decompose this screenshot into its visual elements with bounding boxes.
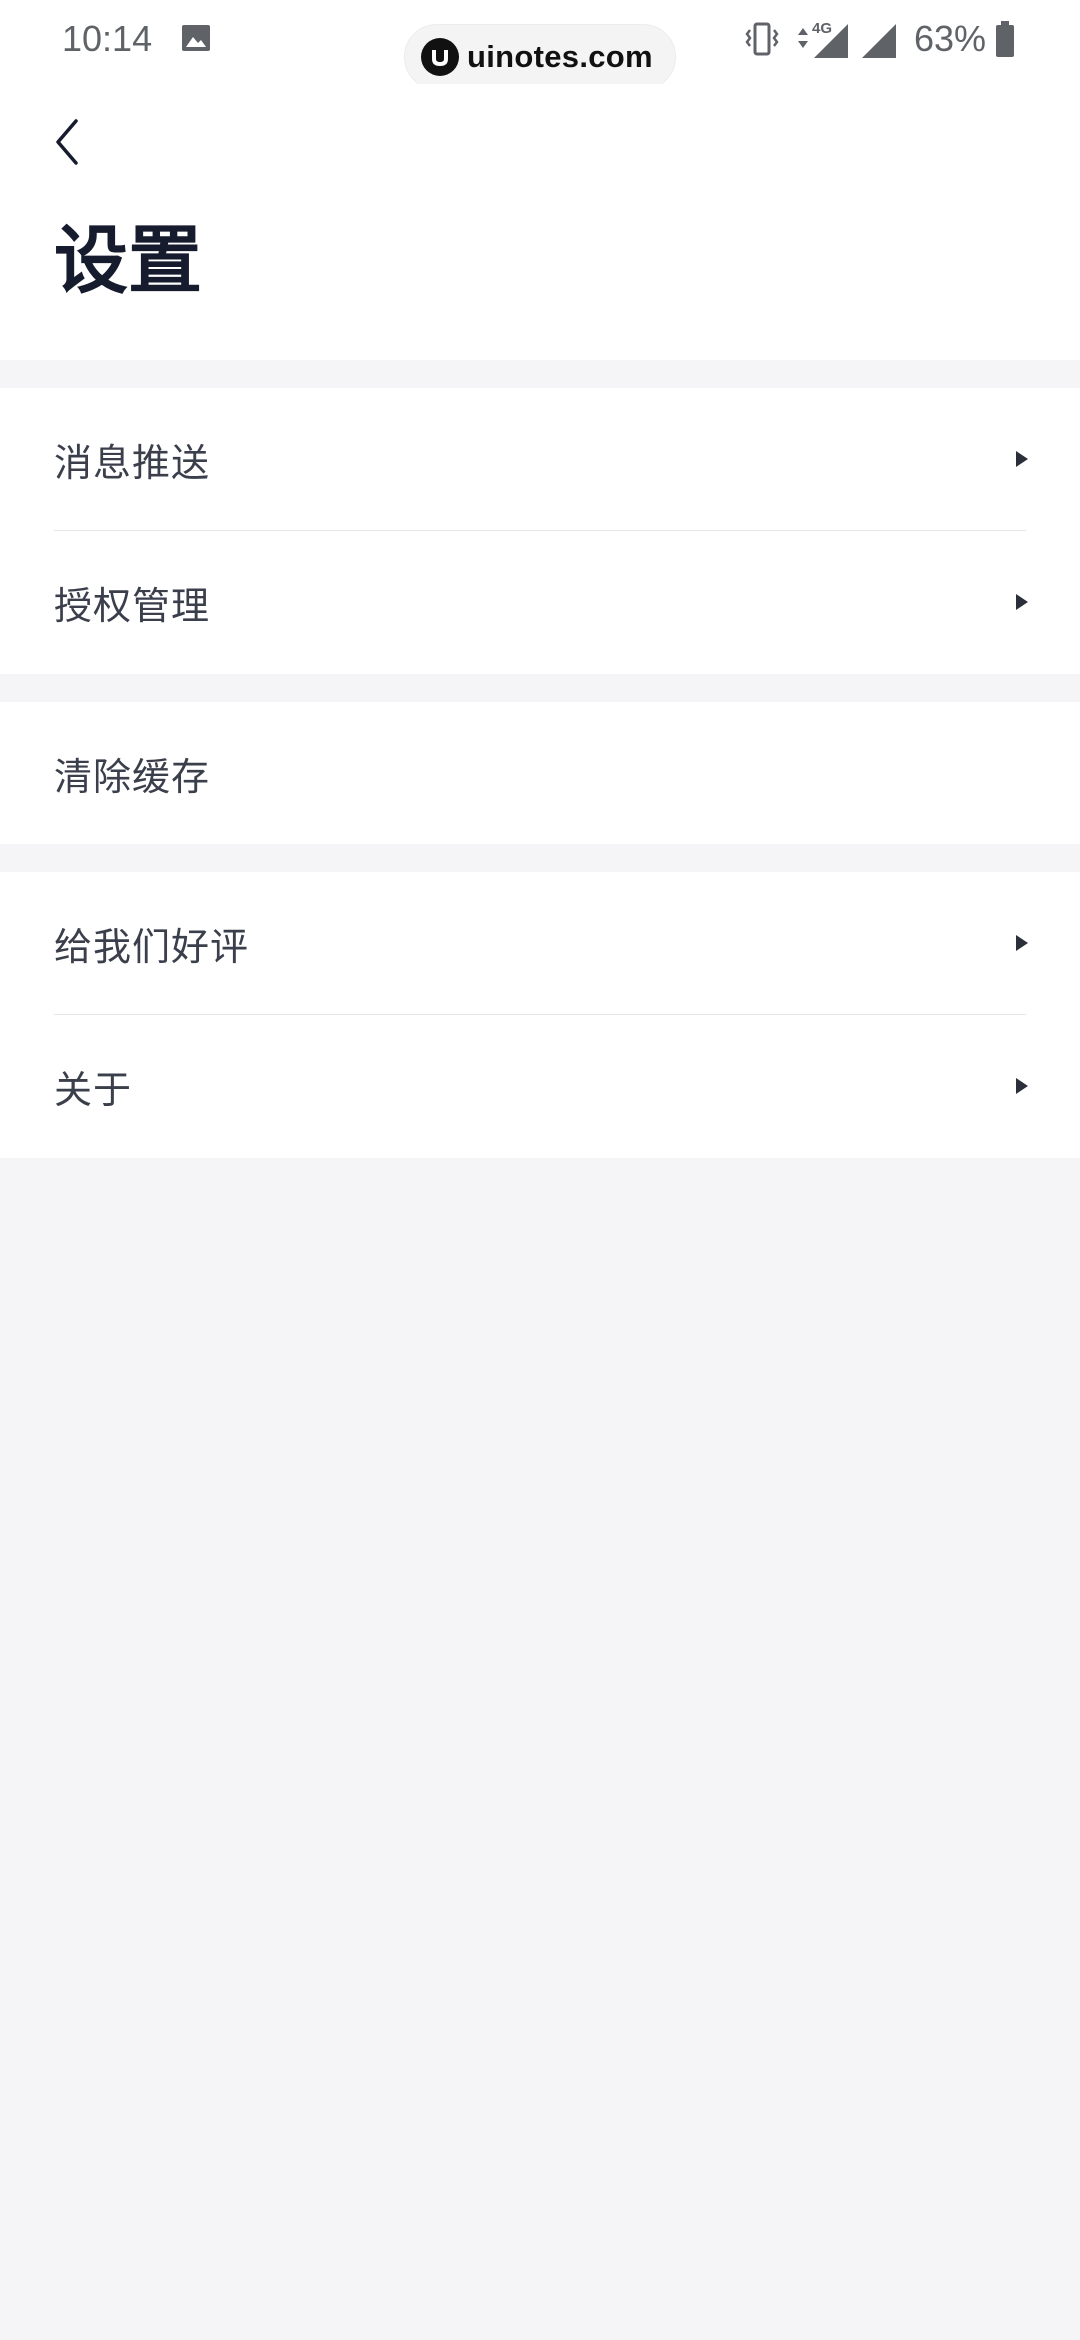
arrow-right-icon: [1016, 1077, 1028, 1094]
settings-item-label: 消息推送: [54, 441, 211, 485]
vibrate-icon: [744, 20, 780, 64]
signal-strength-icon: [860, 22, 898, 64]
settings-item-label: 关于: [54, 1068, 133, 1112]
settings-item-label: 授权管理: [54, 584, 211, 628]
status-bar: 10:14 uinotes.com 4G 63%: [0, 0, 1080, 90]
data-arrows-icon: [796, 26, 810, 54]
arrow-right-icon: [1016, 593, 1028, 610]
page-title: 设置: [54, 218, 202, 304]
settings-item-rate-us[interactable]: 给我们好评: [0, 872, 1080, 1015]
image-notification-icon: [180, 22, 212, 54]
status-time: 10:14: [62, 18, 153, 59]
battery-icon: [994, 20, 1016, 62]
signal-strength-icon: [812, 22, 850, 64]
settings-item-permission-management[interactable]: 授权管理: [0, 531, 1080, 674]
settings-item-label: 给我们好评: [54, 925, 250, 969]
settings-item-push-notifications[interactable]: 消息推送: [0, 388, 1080, 531]
settings-group-about: 给我们好评 关于: [0, 872, 1080, 1158]
settings-item-clear-cache[interactable]: 清除缓存: [0, 702, 1080, 845]
battery-percentage: 63%: [914, 18, 987, 59]
watermark-text: uinotes.com: [467, 39, 653, 74]
uinotes-logo-icon: [421, 38, 459, 76]
page-header: 设置: [0, 84, 1080, 360]
settings-item-about[interactable]: 关于: [0, 1015, 1080, 1158]
settings-item-label: 清除缓存: [54, 755, 211, 799]
settings-group-notifications: 消息推送 授权管理: [0, 388, 1080, 674]
chevron-left-icon: [56, 119, 78, 165]
watermark-badge: uinotes.com: [404, 24, 676, 90]
back-button[interactable]: [42, 112, 92, 172]
arrow-right-icon: [1016, 450, 1028, 467]
arrow-right-icon: [1016, 934, 1028, 951]
settings-group-cache: 清除缓存: [0, 702, 1080, 844]
